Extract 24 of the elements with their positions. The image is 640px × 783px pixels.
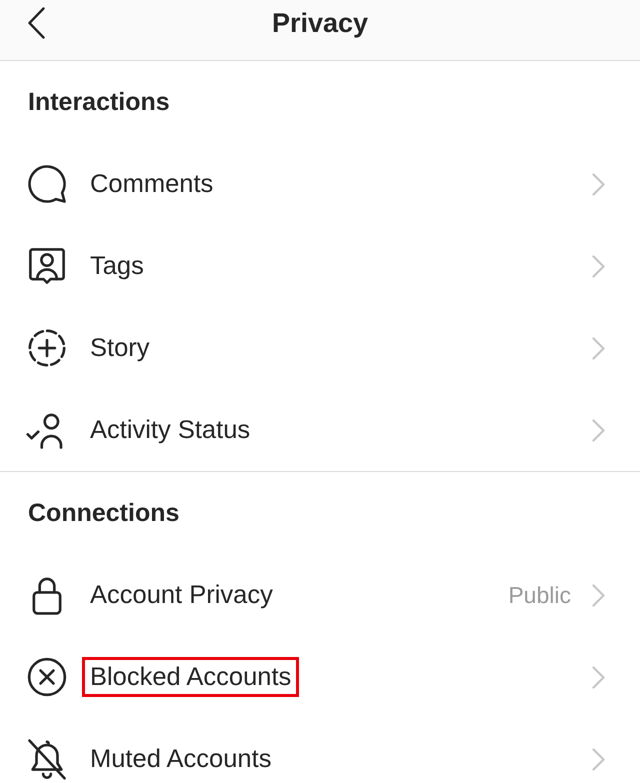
- bell-slash-icon: [26, 738, 68, 780]
- setting-label[interactable]: Story: [82, 328, 158, 368]
- chevron-right-icon: [592, 172, 605, 196]
- screen-title: Privacy: [272, 7, 368, 40]
- setting-label[interactable]: Blocked Accounts: [82, 657, 300, 697]
- setting-value: Public: [508, 580, 571, 610]
- setting-label[interactable]: Tags: [82, 246, 152, 286]
- setting-label[interactable]: Comments: [82, 164, 222, 204]
- chevron-right-icon: [592, 418, 605, 442]
- setting-label[interactable]: Account Privacy: [82, 575, 281, 615]
- chevron-right-icon: [592, 748, 605, 770]
- dashed-circle-plus-icon: [26, 327, 68, 369]
- chevron-right-icon: [592, 666, 605, 688]
- section-heading: Connections: [28, 498, 180, 528]
- chevron-right-icon: [592, 254, 605, 278]
- setting-label[interactable]: Muted Accounts: [82, 739, 280, 779]
- circled-x-icon: [26, 656, 68, 698]
- setting-label[interactable]: Activity Status: [82, 410, 258, 450]
- comment-bubble-icon: [26, 163, 68, 205]
- tagged-person-icon: [26, 245, 68, 287]
- chevron-right-icon: [592, 584, 605, 606]
- chevron-right-icon: [592, 336, 605, 360]
- section-heading: Interactions: [28, 87, 170, 117]
- back-icon: [28, 7, 44, 39]
